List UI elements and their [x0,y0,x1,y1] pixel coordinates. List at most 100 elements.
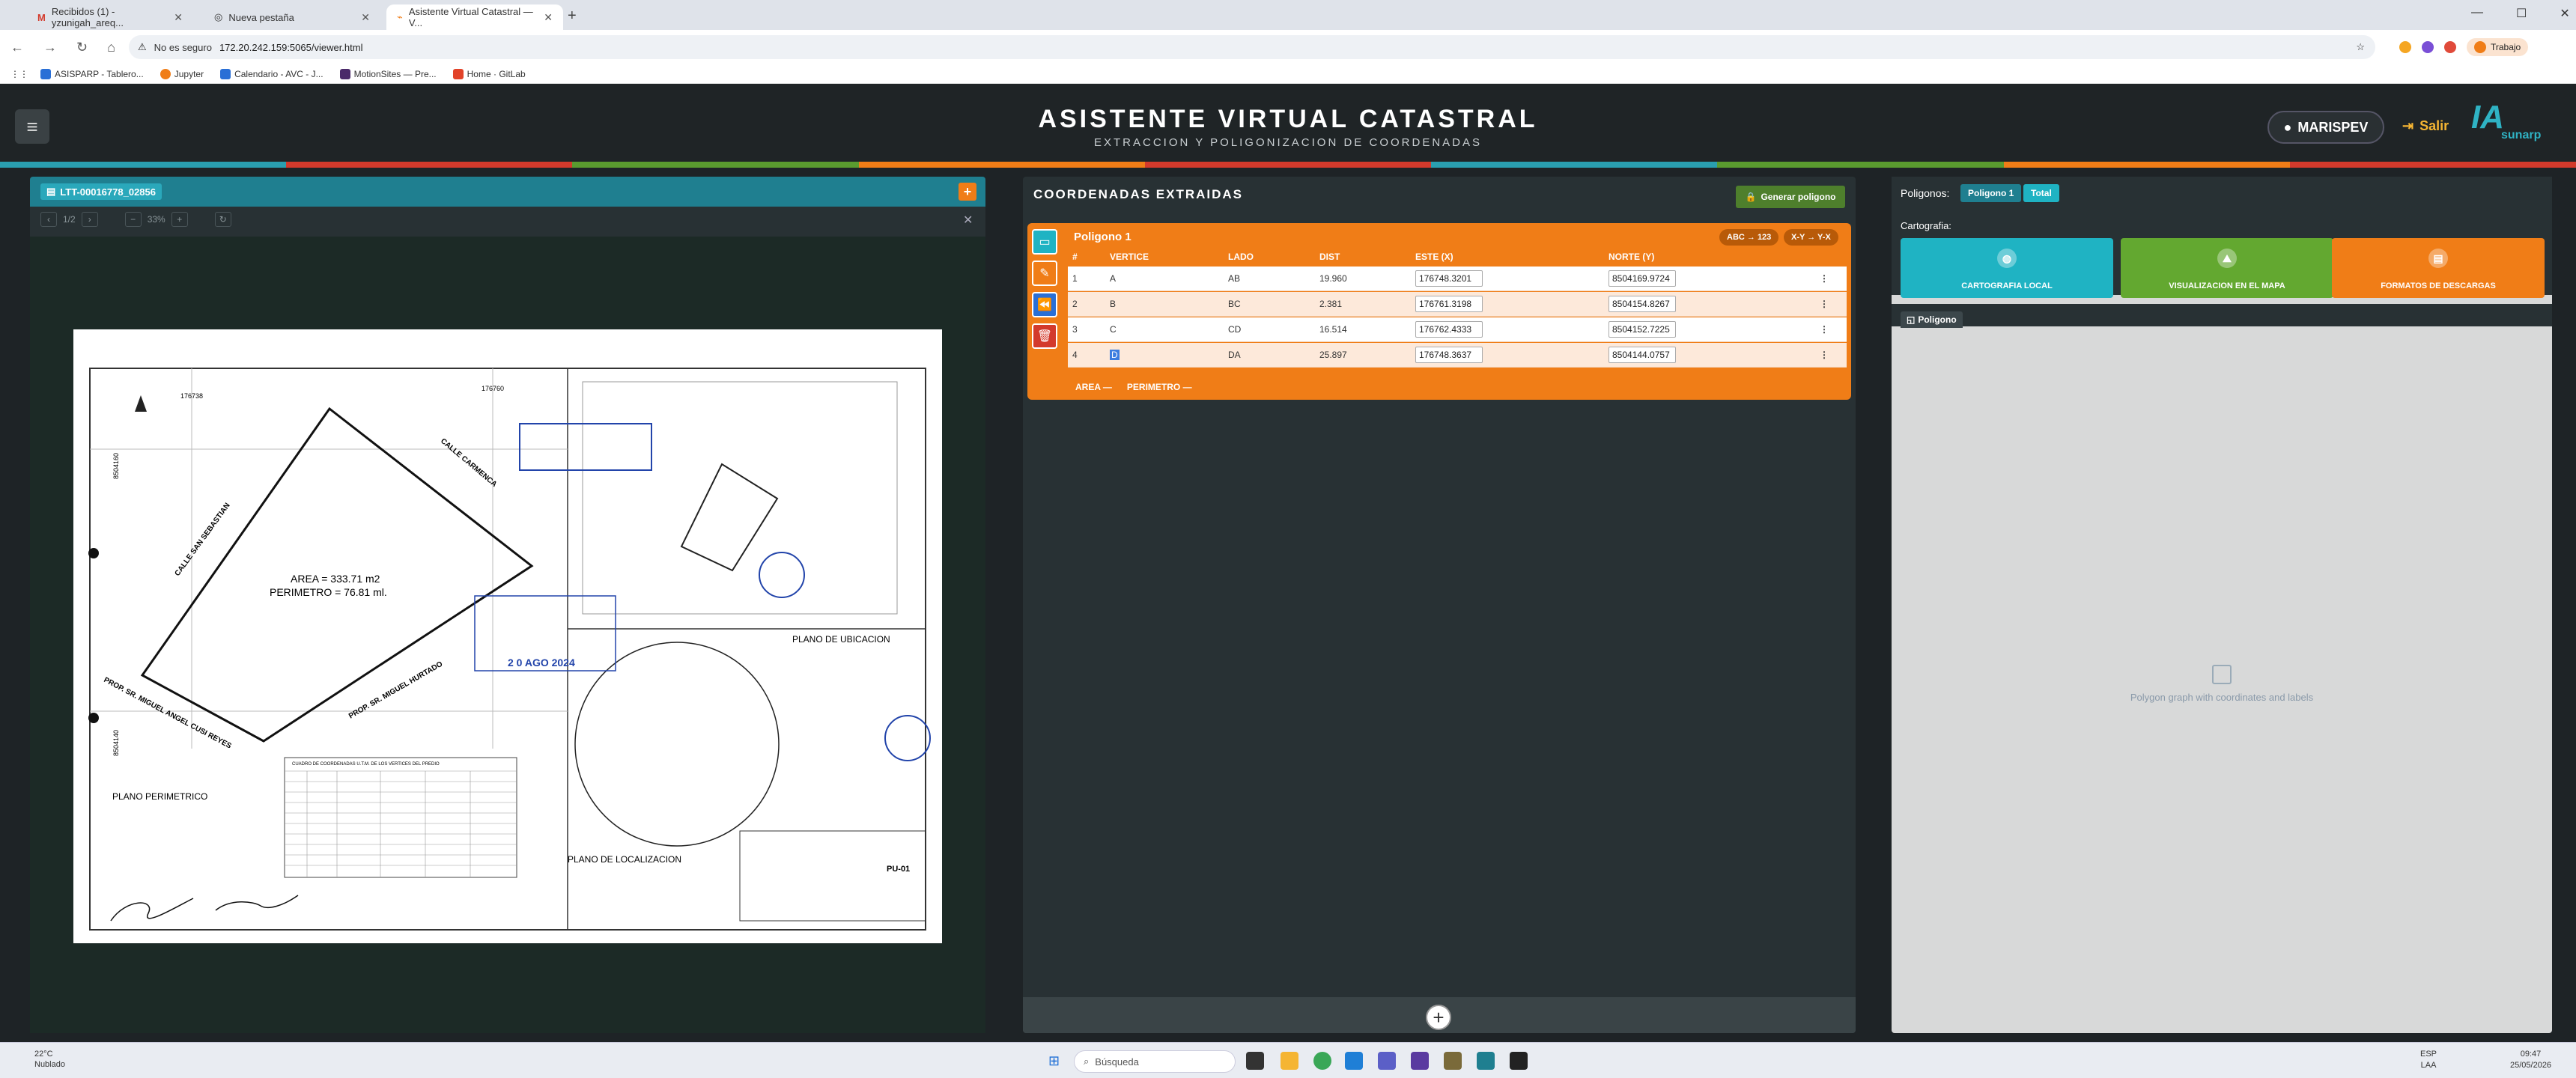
row-menu-icon[interactable]: ⋮ [1796,350,1847,360]
close-icon[interactable]: ✕ [361,11,370,24]
terminal-icon[interactable] [1510,1052,1528,1070]
swap-xy-button[interactable]: X-Y → Y-X [1784,229,1838,246]
document-toolbar: ▤ LTT-00016778_02856 + [30,177,985,207]
bookmark-item[interactable]: Calendario - AVC - J... [220,68,323,79]
back-icon[interactable]: ← [10,40,24,55]
language-indicator[interactable]: ESP LAA [2420,1049,2437,1071]
profile-button[interactable]: Trabajo [2466,38,2529,56]
document-tab[interactable]: ▤ LTT-00016778_02856 [40,183,162,200]
lang-primary: ESP [2420,1050,2437,1059]
generate-polygon-button[interactable]: 🔒 Generar poligono [1736,186,1845,208]
logo: IA sunarp [2471,100,2561,153]
plan-title: PLANO DE LOCALIZACION [568,854,681,865]
plus-icon: + [1433,1005,1445,1029]
row-menu-icon[interactable]: ⋮ [1796,299,1847,309]
bookmark-item[interactable]: MotionSites — Pre... [339,68,437,79]
apps-icon[interactable]: ⋮⋮ [10,69,28,79]
bookmark-icon [220,68,231,79]
url-text[interactable]: 172.20.242.159:5065/viewer.html [219,42,363,53]
home-icon[interactable]: ⌂ [107,40,115,55]
clock-time: 09:47 [2520,1050,2542,1059]
minimize-icon[interactable]: — [2471,6,2483,21]
bookmark-item[interactable]: Home · GitLab [452,68,526,79]
app-icon[interactable] [1411,1052,1429,1070]
close-window-icon[interactable]: ✕ [2560,6,2569,21]
weather-widget[interactable]: 22°C Nublado [12,1049,65,1070]
windows-start-icon[interactable]: ⊞ [1048,1053,1060,1069]
star-icon[interactable]: ☆ [2356,41,2365,53]
tab-title: Asistente Virtual Catastral — V... [408,6,533,28]
formatos-descargas-card[interactable]: ▤ FORMATOS DE DESCARGAS [2332,238,2545,298]
vscode-icon[interactable] [1345,1052,1363,1070]
tab-total[interactable]: Total [2023,184,2059,202]
extension-icon[interactable] [2399,41,2411,53]
extension-icon[interactable] [2443,41,2456,53]
bookmark-item[interactable]: Jupyter [160,68,204,79]
bookmark-item[interactable]: ASISPARP - Tablero... [40,68,144,79]
cell-vertex[interactable]: D [1110,350,1120,360]
cell-distance: 16.514 [1319,324,1347,335]
cartografia-local-card[interactable]: ◍ CARTOGRAFIA LOCAL [1901,238,2113,298]
app-icon[interactable] [1444,1052,1462,1070]
grid-label: 176738 [180,392,203,400]
chrome-icon[interactable] [1313,1052,1331,1070]
user-button[interactable]: ● MARISPEV [2267,111,2384,144]
polygon-summary: AREA — PERIMETRO — [1068,379,1847,395]
browser-tab-gmail[interactable]: M Recibidos (1) - yzunigah_areq... ✕ [27,4,193,30]
taskbar-search[interactable]: ⌕ Búsqueda [1074,1050,1236,1073]
logout-button[interactable]: ⇥ Salir [2402,118,2449,134]
este-input[interactable] [1415,321,1483,338]
polygon-actions: ▭ ✎ ⏪ 🗑 [1032,228,1063,392]
este-input[interactable] [1415,347,1483,363]
file-explorer-icon[interactable] [1281,1052,1298,1070]
visualizacion-mapa-card[interactable]: ⛰ VISUALIZACION EN EL MAPA [2121,238,2333,298]
close-icon[interactable]: ✕ [544,11,553,24]
column-header: LADO [1228,252,1254,262]
este-input[interactable] [1415,270,1483,287]
add-document-button[interactable]: + [959,183,976,201]
este-input[interactable] [1415,296,1483,312]
row-menu-icon[interactable]: ⋮ [1796,273,1847,284]
add-polygon-button[interactable]: + [1426,1005,1451,1030]
chart-icon: ◱ [1907,314,1916,325]
norte-input[interactable] [1609,321,1676,338]
address-bar-row: ← → ↻ ⌂ ⚠ No es seguro 172.20.242.159:50… [0,30,2576,64]
norte-input[interactable] [1609,347,1676,363]
new-tab-icon[interactable]: + [568,7,577,25]
forward-icon[interactable]: → [43,40,57,55]
tab-poligono-1[interactable]: Poligono 1 [1960,184,2022,202]
perimeter-summary: PERIMETRO — [1126,382,1192,392]
address-field[interactable]: ⚠ No es seguro 172.20.242.159:5065/viewe… [128,35,2375,59]
cell-distance: 25.897 [1319,350,1347,360]
delete-button[interactable]: 🗑 [1032,323,1057,349]
teams-icon[interactable] [1378,1052,1396,1070]
close-icon[interactable]: ✕ [174,11,183,24]
norte-input[interactable] [1609,296,1676,312]
view-button[interactable]: ▭ [1032,229,1057,255]
prev-page-button[interactable]: ‹ [40,212,57,227]
browser-tab-new[interactable]: ◎ Nueva pestaña ✕ [204,4,380,30]
maximize-icon[interactable]: ☐ [2516,6,2527,21]
column-header: ESTE (X) [1415,252,1453,262]
row-menu-icon[interactable]: ⋮ [1796,324,1847,335]
rewind-button[interactable]: ⏪ [1032,292,1057,317]
task-view-icon[interactable] [1246,1052,1264,1070]
edit-button[interactable]: ✎ [1032,261,1057,286]
user-name: MARISPEV [2297,119,2369,135]
extension-icon[interactable] [2421,41,2434,53]
cell-side: CD [1228,324,1242,335]
norte-input[interactable] [1609,270,1676,287]
cell-vertex: C [1110,324,1117,335]
document-page: AREA = 333.71 m2 PERIMETRO = 76.81 ml. C… [73,329,942,943]
close-viewer-icon[interactable]: ✕ [963,213,973,228]
zoom-out-button[interactable]: − [124,212,142,227]
rotate-button[interactable]: ↻ [214,212,231,227]
app-icon[interactable] [1477,1052,1495,1070]
browser-tab-active[interactable]: ⌁ Asistente Virtual Catastral — V... ✕ [386,4,563,30]
tab-poligono-graph[interactable]: ◱ Poligono [1901,311,1963,328]
next-page-button[interactable]: › [81,212,98,227]
reload-icon[interactable]: ↻ [76,40,88,55]
convert-letters-button[interactable]: ABC → 123 [1719,229,1779,246]
zoom-in-button[interactable]: + [171,212,188,227]
clock[interactable]: 09:47 25/05/2026 [2510,1049,2551,1071]
